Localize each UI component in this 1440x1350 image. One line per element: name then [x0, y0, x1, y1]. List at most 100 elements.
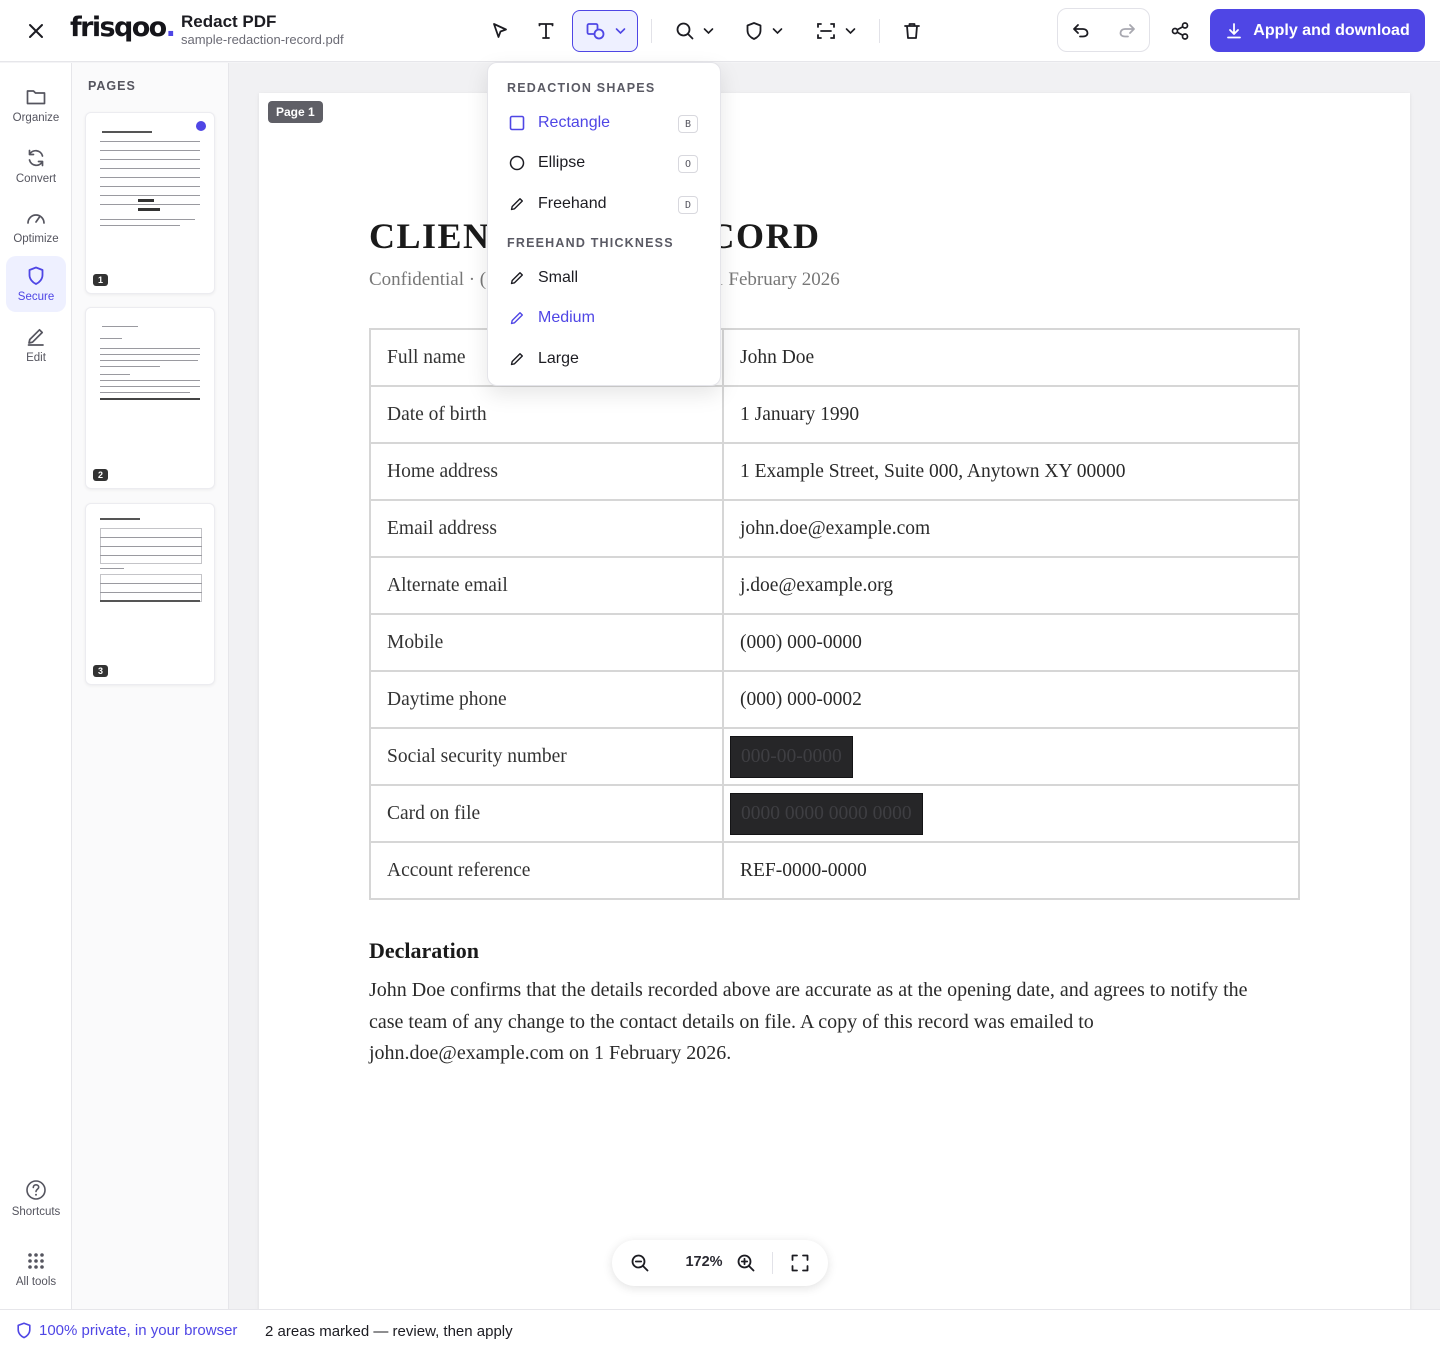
- menu-item-thickness-large[interactable]: Large: [496, 341, 714, 377]
- redo-button[interactable]: [1104, 9, 1150, 51]
- shapes-tool-button[interactable]: [572, 10, 638, 52]
- rail-item-all-tools[interactable]: All tools: [6, 1241, 66, 1297]
- toolbar-divider: [651, 19, 652, 43]
- rail-label: Convert: [15, 172, 57, 185]
- apply-label: Apply and download: [1253, 21, 1410, 39]
- field-value[interactable]: 1 Example Street, Suite 000, Anytown XY …: [722, 442, 1300, 501]
- download-icon: [1227, 22, 1242, 38]
- subtitle-visible-right: l 1 February 2026: [704, 269, 840, 290]
- field-label: Mobile: [369, 613, 724, 672]
- shield-icon: [28, 266, 44, 285]
- apply-and-download-button[interactable]: Apply and download: [1210, 9, 1425, 52]
- menu-item-thickness-small[interactable]: Small: [496, 260, 714, 296]
- chevron-down-icon: [615, 28, 625, 35]
- close-button[interactable]: [22, 17, 50, 45]
- pointer-icon: [493, 23, 507, 38]
- chevron-down-icon: [772, 28, 782, 35]
- table-row: Date of birth 1 January 1990: [369, 385, 1300, 444]
- page-number-badge: 3: [93, 665, 109, 677]
- protect-tool-button[interactable]: [737, 10, 789, 52]
- pen-icon: [508, 195, 526, 213]
- field-label: Social security number: [369, 727, 724, 786]
- share-button[interactable]: [1162, 10, 1198, 52]
- rail-item-convert[interactable]: Convert: [6, 138, 66, 194]
- pen-icon: [508, 350, 526, 368]
- logo: frisqoo.: [70, 12, 176, 43]
- field-label: Date of birth: [369, 385, 724, 444]
- logo-dot: .: [165, 12, 176, 43]
- area-select-tool-button[interactable]: [806, 10, 864, 52]
- undo-button[interactable]: [1058, 9, 1104, 51]
- menu-item-label: Large: [538, 350, 579, 367]
- redaction-mark[interactable]: 000-00-0000: [730, 735, 853, 778]
- privacy-indicator: 100% private, in your browser: [16, 1322, 237, 1339]
- field-value[interactable]: 1 January 1990: [722, 385, 1300, 444]
- grid-icon: [28, 1252, 44, 1269]
- menu-item-thickness-medium[interactable]: Medium: [496, 300, 714, 336]
- rail-item-optimize[interactable]: Optimize: [6, 198, 66, 254]
- zoom-controls: 172%: [612, 1240, 828, 1286]
- field-value[interactable]: john.doe@example.com: [722, 499, 1300, 558]
- rail-label: Edit: [26, 351, 46, 364]
- page-thumbnail-3[interactable]: 3: [85, 503, 215, 685]
- menu-item-freehand[interactable]: Freehand D: [496, 186, 714, 222]
- declaration-heading: Declaration: [369, 938, 479, 963]
- page-label: Page 1: [268, 101, 323, 123]
- declaration-text[interactable]: John Doe confirms that the details recor…: [369, 975, 1279, 1070]
- rectangle-icon: [508, 114, 526, 132]
- text-tool-button[interactable]: [528, 10, 564, 52]
- table-row: Social security number 000-00-0000: [369, 727, 1300, 786]
- shield-icon: [17, 1322, 31, 1339]
- rail-item-shortcuts[interactable]: Shortcuts: [6, 1170, 66, 1226]
- redaction-shapes-menu: REDACTION SHAPES Rectangle B Ellipse O F…: [487, 62, 721, 386]
- zoom-in-button[interactable]: [729, 1246, 763, 1280]
- field-label: Alternate email: [369, 556, 724, 615]
- page-number-badge: 1: [93, 274, 109, 286]
- page-thumbnail-1[interactable]: 1: [85, 112, 215, 294]
- rail-item-secure[interactable]: Secure: [6, 256, 66, 312]
- redaction-mark[interactable]: 0000 0000 0000 0000: [730, 792, 923, 835]
- page-thumbnail-2[interactable]: 2: [85, 307, 215, 489]
- gauge-icon: [27, 213, 45, 224]
- refresh-icon: [28, 149, 44, 166]
- field-label: Card on file: [369, 784, 724, 843]
- search-tool-button[interactable]: [668, 10, 720, 52]
- rail-item-edit[interactable]: Edit: [6, 317, 66, 373]
- menu-item-label: Ellipse: [538, 154, 586, 171]
- menu-item-label: Small: [538, 269, 579, 286]
- history-controls: [1057, 8, 1150, 52]
- pages-heading: PAGES: [88, 79, 136, 93]
- field-value-cell: 0000 0000 0000 0000: [722, 784, 1300, 843]
- table-row: Daytime phone (000) 000-0002: [369, 670, 1300, 729]
- folder-icon: [26, 89, 46, 104]
- field-label: Daytime phone: [369, 670, 724, 729]
- help-circle-icon: [26, 1179, 46, 1200]
- table-row: Account reference REF-0000-0000: [369, 841, 1300, 900]
- rail-item-organize[interactable]: Organize: [6, 77, 66, 133]
- redo-icon: [1119, 24, 1135, 38]
- fit-to-screen-button[interactable]: [783, 1246, 817, 1280]
- pdf-page[interactable]: Page 1 CLIEN CORD Confidential · (l 1 Feb…: [259, 93, 1410, 1309]
- document-canvas[interactable]: Page 1 CLIEN CORD Confidential · (l 1 Feb…: [229, 63, 1440, 1309]
- field-value[interactable]: (000) 000-0000: [722, 613, 1300, 672]
- pen-icon: [508, 309, 526, 327]
- pages-panel: PAGES 1 2 3: [72, 63, 229, 1309]
- delete-button[interactable]: [894, 10, 930, 52]
- file-name: sample-redaction-record.pdf: [181, 32, 344, 47]
- logo-text: frisqoo: [70, 12, 167, 43]
- field-label: Email address: [369, 499, 724, 558]
- zoom-out-button[interactable]: [623, 1246, 657, 1280]
- zoom-level: 172%: [685, 1254, 723, 1270]
- menu-section-heading: FREEHAND THICKNESS: [507, 236, 674, 250]
- field-value[interactable]: John Doe: [722, 328, 1300, 387]
- menu-item-label: Freehand: [538, 195, 607, 212]
- field-value[interactable]: REF-0000-0000: [722, 841, 1300, 900]
- field-value[interactable]: j.doe@example.org: [722, 556, 1300, 615]
- status-message: 2 areas marked — review, then apply: [265, 1323, 513, 1340]
- menu-item-ellipse[interactable]: Ellipse O: [496, 145, 714, 181]
- field-value[interactable]: (000) 000-0002: [722, 670, 1300, 729]
- select-tool-button[interactable]: [482, 10, 518, 52]
- close-icon: [29, 24, 43, 38]
- menu-item-rectangle[interactable]: Rectangle B: [496, 105, 714, 141]
- circle-icon: [508, 154, 526, 172]
